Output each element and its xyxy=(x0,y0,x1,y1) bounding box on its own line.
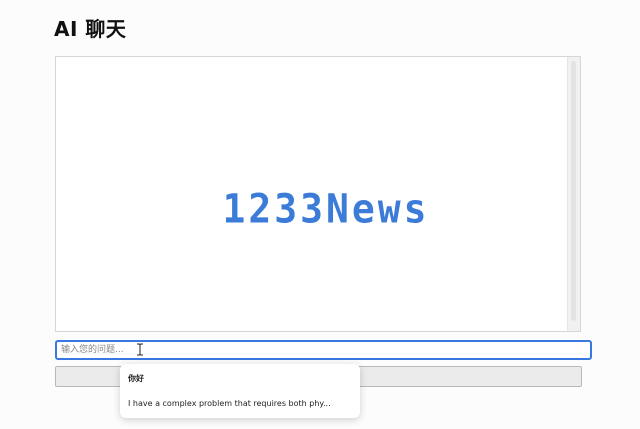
page-title: AI 聊天 xyxy=(54,17,127,41)
chat-scrollbar[interactable] xyxy=(567,57,580,331)
chat-scrollbar-thumb[interactable] xyxy=(571,61,576,321)
text-cursor-icon xyxy=(137,343,143,356)
chat-history-panel: 1233News xyxy=(55,56,581,332)
suggestions-dropdown: 你好 I have a complex problem that require… xyxy=(120,364,360,418)
suggestion-item[interactable]: 你好 xyxy=(128,371,354,387)
watermark-logo: 1233News xyxy=(222,185,430,233)
suggestion-item[interactable]: I have a complex problem that requires b… xyxy=(128,396,354,412)
